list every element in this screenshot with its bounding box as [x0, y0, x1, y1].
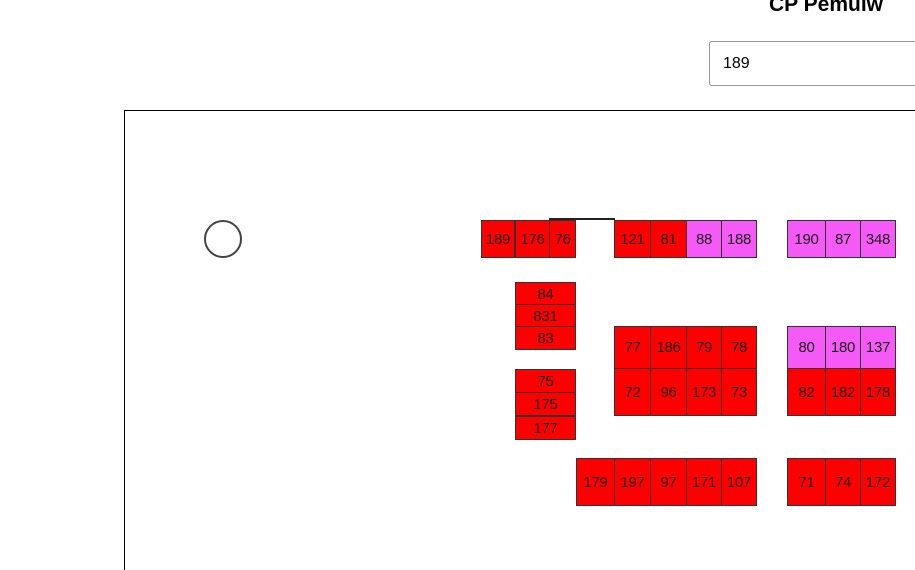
slot-83[interactable]: 83	[515, 326, 576, 350]
slot-97[interactable]: 97	[650, 458, 687, 506]
slot-78[interactable]: 78	[721, 326, 757, 369]
slot-121[interactable]: 121	[614, 220, 651, 258]
slot-197[interactable]: 197	[614, 458, 651, 506]
slot-172[interactable]: 172	[860, 458, 896, 506]
slot-87[interactable]: 87	[825, 220, 861, 258]
slot-75[interactable]: 75	[515, 369, 576, 393]
slot-77[interactable]: 77	[614, 326, 651, 369]
slot-84[interactable]: 84	[515, 282, 576, 306]
slot-180[interactable]: 180	[825, 326, 861, 369]
slot-73[interactable]: 73	[721, 368, 757, 416]
slot-80[interactable]: 80	[787, 326, 826, 369]
slot-71[interactable]: 71	[787, 458, 826, 506]
slot-188[interactable]: 188	[721, 220, 757, 258]
slot-81[interactable]: 81	[650, 220, 687, 258]
slot-189[interactable]: 189	[481, 220, 515, 258]
slot-179[interactable]: 179	[576, 458, 615, 506]
slot-82[interactable]: 82	[787, 368, 826, 416]
slot-173[interactable]: 173	[686, 368, 722, 416]
slot-96[interactable]: 96	[650, 368, 687, 416]
slot-137[interactable]: 137	[860, 326, 896, 369]
slot-107[interactable]: 107	[721, 458, 757, 506]
slot-72[interactable]: 72	[614, 368, 651, 416]
slot-74[interactable]: 74	[825, 458, 861, 506]
slot-175[interactable]: 175	[515, 392, 576, 416]
slot-831[interactable]: 831	[515, 304, 576, 328]
slot-177[interactable]: 177	[515, 416, 576, 440]
location-marker[interactable]	[204, 220, 242, 258]
slot-182[interactable]: 182	[825, 368, 861, 416]
slot-186[interactable]: 186	[650, 326, 687, 369]
slot-178[interactable]: 178	[860, 368, 896, 416]
slot-79[interactable]: 79	[686, 326, 722, 369]
page-title: CP Pemulw	[769, 0, 883, 16]
slot-88[interactable]: 88	[686, 220, 722, 258]
slot-348[interactable]: 348	[860, 220, 896, 258]
slot-190[interactable]: 190	[787, 220, 826, 258]
slot-76[interactable]: 76	[549, 220, 576, 258]
slot-176[interactable]: 176	[515, 220, 550, 258]
slot-171[interactable]: 171	[686, 458, 722, 506]
search-input[interactable]	[709, 41, 915, 86]
